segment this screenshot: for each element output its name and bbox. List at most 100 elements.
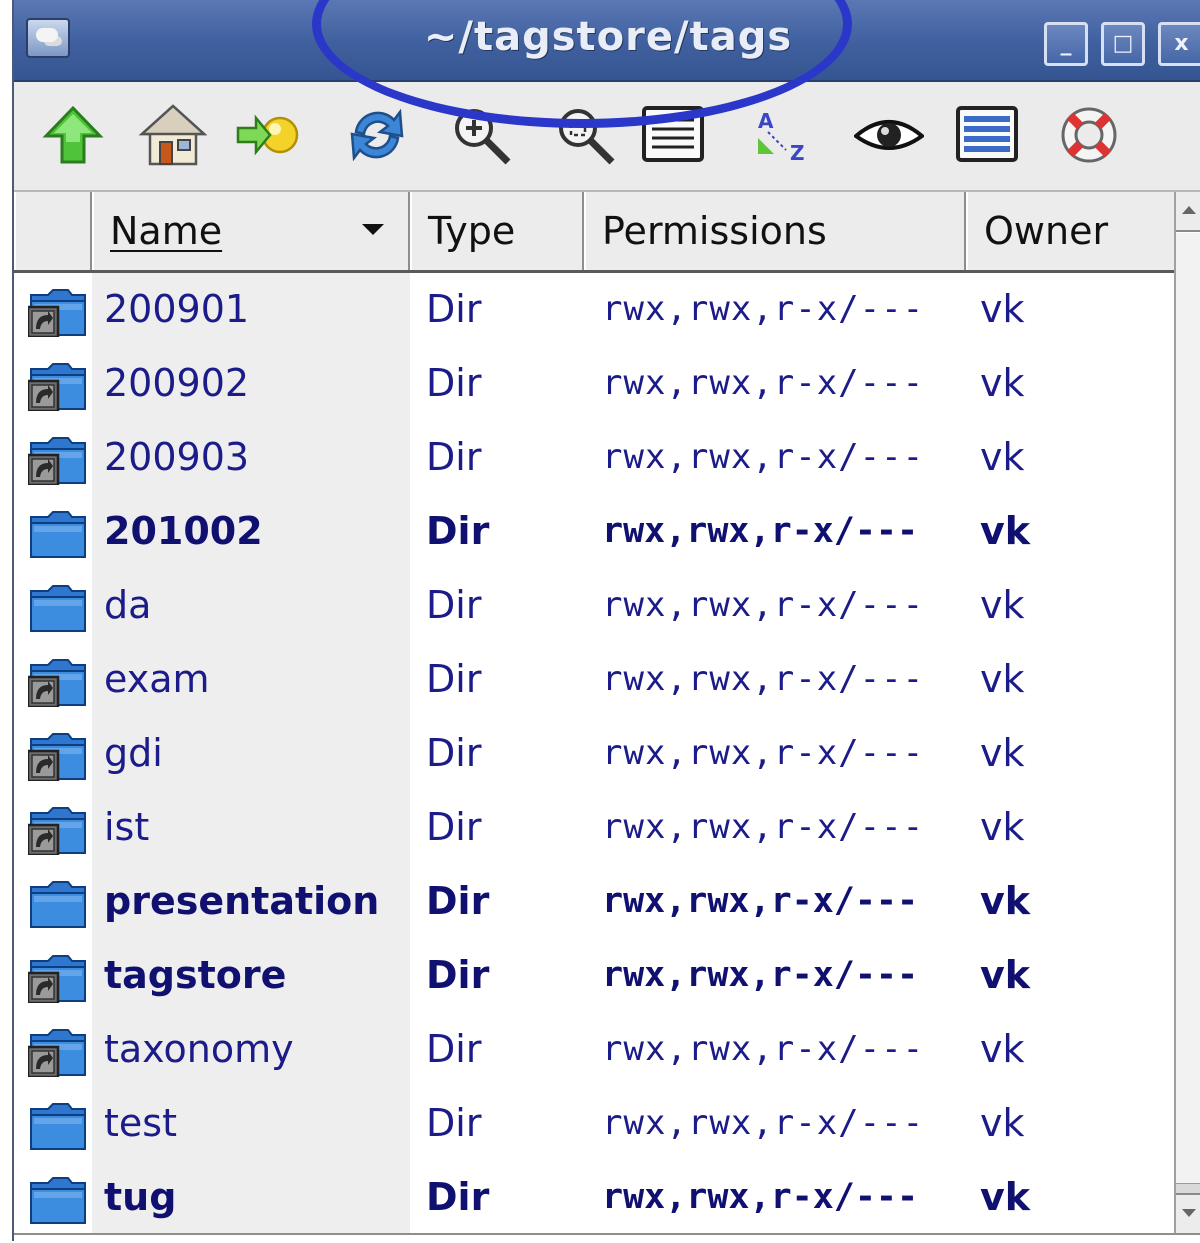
file-name: 201002 <box>104 509 263 553</box>
folder-icon <box>28 877 88 929</box>
table-row[interactable]: 200901 Dir rwx,rwx,r-x/--- vk <box>14 273 1174 347</box>
scroll-thumb[interactable] <box>1176 232 1200 1184</box>
close-button[interactable]: x <box>1158 22 1200 66</box>
column-name-label: Name <box>110 209 223 253</box>
file-permissions: rwx,rwx,r-x/--- <box>602 511 919 551</box>
file-type: Dir <box>426 953 490 997</box>
row-icon-cell <box>22 1161 86 1235</box>
file-name: tagstore <box>104 953 287 997</box>
row-icon-cell <box>22 273 86 347</box>
row-icon-cell <box>22 717 86 791</box>
file-type: Dir <box>426 1101 482 1145</box>
file-type: Dir <box>426 731 482 775</box>
table-row[interactable]: tagstore Dir rwx,rwx,r-x/--- vk <box>14 939 1174 1013</box>
file-owner: vk <box>980 287 1025 331</box>
file-owner: vk <box>980 435 1025 479</box>
column-header: Name Type Permissions Owner <box>14 192 1174 273</box>
column-type-label: Type <box>428 209 516 253</box>
folder-link-icon <box>28 655 88 707</box>
file-name: tug <box>104 1175 177 1219</box>
row-icon-cell <box>22 569 86 643</box>
file-name: gdi <box>104 731 163 775</box>
up-arrow-icon[interactable] <box>38 102 108 168</box>
file-name: 200901 <box>104 287 250 331</box>
show-hidden-eye-icon[interactable] <box>854 102 924 168</box>
svg-text:Z: Z <box>790 141 805 165</box>
reload-icon[interactable] <box>342 102 412 168</box>
table-row[interactable]: 200902 Dir rwx,rwx,r-x/--- vk <box>14 347 1174 421</box>
row-icon-cell <box>22 939 86 1013</box>
table-row[interactable]: ist Dir rwx,rwx,r-x/--- vk <box>14 791 1174 865</box>
file-type: Dir <box>426 1027 482 1071</box>
column-permissions-label: Permissions <box>602 209 827 253</box>
svg-text:A: A <box>758 109 774 133</box>
file-name: ist <box>104 805 150 849</box>
file-type: Dir <box>426 509 490 553</box>
file-name: exam <box>104 657 210 701</box>
table-row[interactable]: exam Dir rwx,rwx,r-x/--- vk <box>14 643 1174 717</box>
file-permissions: rwx,rwx,r-x/--- <box>602 807 925 847</box>
table-row[interactable]: gdi Dir rwx,rwx,r-x/--- vk <box>14 717 1174 791</box>
column-type-header[interactable]: Type <box>410 192 584 270</box>
file-permissions: rwx,rwx,r-x/--- <box>602 1177 919 1217</box>
file-type: Dir <box>426 435 482 479</box>
help-lifebuoy-icon[interactable] <box>1054 102 1124 168</box>
row-icon-cell <box>22 347 86 421</box>
table-row[interactable]: 201002 Dir rwx,rwx,r-x/--- vk <box>14 495 1174 569</box>
file-permissions: rwx,rwx,r-x/--- <box>602 585 925 625</box>
file-permissions: rwx,rwx,r-x/--- <box>602 363 925 403</box>
table-row[interactable]: 200903 Dir rwx,rwx,r-x/--- vk <box>14 421 1174 495</box>
column-owner-header[interactable]: Owner <box>966 192 1174 270</box>
file-type: Dir <box>426 583 482 627</box>
file-permissions: rwx,rwx,r-x/--- <box>602 1029 925 1069</box>
folder-link-icon <box>28 285 88 337</box>
folder-link-icon <box>28 359 88 411</box>
sort-az-icon[interactable]: AZ <box>744 102 814 168</box>
file-name: 200903 <box>104 435 250 479</box>
folder-icon <box>28 1099 88 1151</box>
row-icon-cell <box>22 495 86 569</box>
scroll-up-button[interactable] <box>1176 192 1200 232</box>
table-row[interactable]: taxonomy Dir rwx,rwx,r-x/--- vk <box>14 1013 1174 1087</box>
file-owner: vk <box>980 731 1025 775</box>
table-row[interactable]: presentation Dir rwx,rwx,r-x/--- vk <box>14 865 1174 939</box>
file-owner: vk <box>980 953 1031 997</box>
go-icon[interactable] <box>234 102 304 168</box>
file-owner: vk <box>980 1101 1025 1145</box>
file-type: Dir <box>426 879 490 923</box>
file-type: Dir <box>426 361 482 405</box>
minimize-button[interactable]: _ <box>1044 22 1088 66</box>
file-permissions: rwx,rwx,r-x/--- <box>602 437 925 477</box>
file-type: Dir <box>426 657 482 701</box>
column-name-header[interactable]: Name <box>92 192 410 270</box>
file-list: 200901 Dir rwx,rwx,r-x/--- vk 200902 Dir rwx,r… <box>14 273 1174 1235</box>
row-icon-cell <box>22 1087 86 1161</box>
file-type: Dir <box>426 287 482 331</box>
folder-link-icon <box>28 951 88 1003</box>
file-manager-window: ~/tagstore/tags _ □ x A Z Name Type Perm… <box>12 0 1200 1243</box>
vertical-scrollbar[interactable] <box>1174 192 1200 1233</box>
file-permissions: rwx,rwx,r-x/--- <box>602 289 925 329</box>
table-row[interactable]: tug Dir rwx,rwx,r-x/--- vk <box>14 1161 1174 1235</box>
file-name: da <box>104 583 152 627</box>
file-owner: vk <box>980 1027 1025 1071</box>
header-corner <box>14 192 92 270</box>
file-name: test <box>104 1101 177 1145</box>
row-icon-cell <box>22 1013 86 1087</box>
list-view-icon[interactable] <box>952 102 1022 168</box>
maximize-button[interactable]: □ <box>1101 22 1145 66</box>
file-name: presentation <box>104 879 380 923</box>
folder-link-icon <box>28 433 88 485</box>
sort-descending-icon <box>362 224 384 235</box>
table-row[interactable]: da Dir rwx,rwx,r-x/--- vk <box>14 569 1174 643</box>
folder-link-icon <box>28 803 88 855</box>
window-bottom-edge <box>14 1233 1200 1243</box>
home-icon[interactable] <box>138 102 208 168</box>
file-name: 200902 <box>104 361 250 405</box>
file-owner: vk <box>980 1175 1031 1219</box>
scroll-down-button[interactable] <box>1176 1193 1200 1233</box>
column-permissions-header[interactable]: Permissions <box>584 192 966 270</box>
table-row[interactable]: test Dir rwx,rwx,r-x/--- vk <box>14 1087 1174 1161</box>
file-permissions: rwx,rwx,r-x/--- <box>602 955 919 995</box>
file-type: Dir <box>426 1175 490 1219</box>
